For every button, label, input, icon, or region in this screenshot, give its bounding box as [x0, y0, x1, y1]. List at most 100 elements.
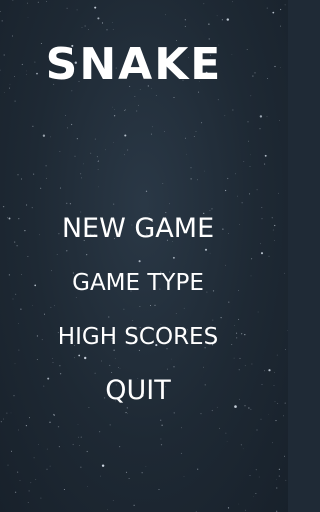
star	[81, 177, 82, 179]
star	[232, 109, 234, 111]
star	[17, 429, 19, 431]
star	[97, 17, 100, 20]
new-game-button[interactable]: NEW GAME	[62, 202, 214, 256]
star	[232, 1, 233, 3]
star	[133, 504, 135, 506]
star	[63, 488, 65, 491]
star	[237, 195, 238, 197]
star	[45, 177, 48, 179]
star	[208, 23, 210, 25]
star	[226, 18, 230, 21]
star	[272, 11, 275, 14]
star	[193, 135, 195, 137]
star	[49, 465, 51, 467]
star	[247, 140, 249, 142]
star	[84, 25, 86, 27]
star	[87, 486, 88, 487]
star	[284, 402, 286, 404]
star	[97, 169, 99, 170]
star	[283, 415, 285, 417]
star	[227, 507, 230, 509]
star	[145, 466, 147, 467]
star	[247, 121, 249, 123]
star	[160, 438, 162, 440]
star	[66, 7, 68, 9]
star	[204, 170, 206, 172]
star	[278, 475, 280, 477]
star	[197, 468, 199, 470]
star	[255, 469, 257, 471]
star	[224, 115, 226, 117]
star	[279, 119, 281, 121]
star	[124, 110, 126, 111]
star	[227, 177, 229, 180]
star	[278, 468, 281, 470]
star	[258, 476, 260, 478]
star	[266, 7, 268, 9]
star	[119, 446, 121, 448]
star	[35, 479, 37, 480]
star	[100, 475, 101, 477]
star	[276, 487, 278, 489]
star	[27, 502, 29, 503]
star	[42, 134, 46, 137]
star	[65, 115, 66, 116]
star	[285, 349, 286, 350]
star	[7, 464, 9, 466]
game-type-button[interactable]: GAME TYPE	[72, 256, 204, 310]
star	[279, 25, 282, 27]
star	[195, 131, 197, 132]
high-scores-button[interactable]: HIGH SCORES	[58, 310, 218, 364]
star	[243, 161, 245, 163]
star	[173, 96, 175, 99]
star	[2, 418, 4, 420]
star	[181, 427, 182, 429]
star	[162, 182, 164, 184]
star	[277, 403, 279, 404]
star	[40, 187, 42, 189]
star	[25, 425, 27, 427]
star	[283, 455, 286, 457]
star	[240, 444, 243, 446]
star	[86, 450, 88, 453]
star	[14, 100, 16, 102]
star	[272, 442, 273, 444]
star	[98, 186, 99, 188]
star	[276, 354, 278, 356]
star	[40, 497, 42, 499]
star	[285, 479, 287, 481]
star	[253, 496, 254, 498]
star	[279, 8, 282, 11]
star	[72, 443, 74, 446]
star	[20, 178, 23, 180]
star	[2, 419, 4, 420]
star	[235, 173, 236, 175]
star	[284, 4, 286, 6]
quit-button[interactable]: QUIT	[105, 364, 170, 418]
star	[259, 128, 261, 130]
star	[94, 6, 97, 9]
star	[30, 482, 32, 484]
main-menu-screen: SNAKE NEW GAME GAME TYPE HIGH SCORES QUI…	[0, 0, 288, 512]
star	[114, 109, 115, 110]
star	[160, 444, 163, 446]
star	[250, 154, 251, 156]
star	[59, 151, 61, 152]
star	[150, 133, 152, 135]
star	[163, 131, 165, 133]
star	[33, 173, 35, 175]
star	[219, 427, 221, 429]
star	[217, 99, 219, 101]
star	[37, 1, 39, 3]
star	[32, 125, 34, 127]
star	[124, 154, 125, 156]
star	[225, 432, 227, 434]
game-title: SNAKE	[45, 39, 223, 90]
star	[266, 116, 268, 118]
star	[78, 445, 80, 446]
star	[76, 138, 78, 140]
star	[17, 471, 19, 473]
star	[77, 424, 79, 426]
star	[184, 25, 186, 27]
star	[255, 492, 257, 494]
